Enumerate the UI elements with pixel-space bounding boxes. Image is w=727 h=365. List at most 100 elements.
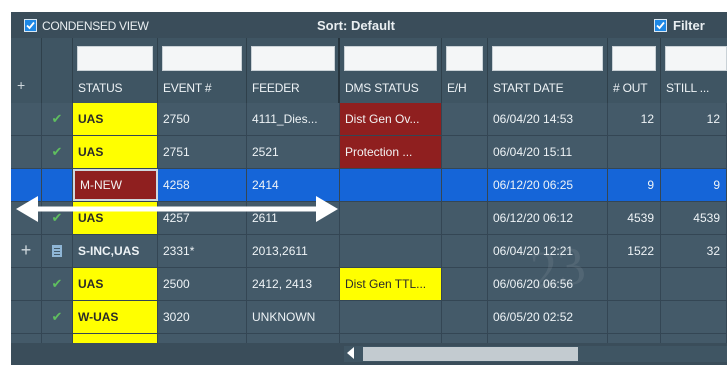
start-date-filter-input[interactable] [492,46,603,71]
cell-icon: ✔ [42,301,73,333]
cell-still[interactable]: 12 [661,103,727,135]
sort-indicator[interactable]: Sort: Default [317,18,395,33]
cell-out[interactable]: 12 [608,103,661,135]
cell-event[interactable]: 2751 [158,136,247,168]
cell-eh[interactable] [442,103,488,135]
plus-icon[interactable]: + [17,77,25,93]
column-label-start-date: START DATE [493,81,564,95]
cell-status[interactable]: S-INC,UAS [73,235,158,267]
cell-still[interactable]: 32 [661,235,727,267]
check-icon: ✔ [51,144,63,159]
expand-column-header[interactable]: + [11,38,42,103]
cell-expand[interactable] [11,103,42,135]
cell-expand[interactable] [11,136,42,168]
condensed-view-label[interactable]: CONDENSED VIEW [42,19,149,33]
check-icon: ✔ [51,276,63,291]
filter-checkbox[interactable] [654,19,667,32]
table-row[interactable]: ✔ W-UAS 3020 UNKNOWN 06/05/20 02:52 [11,301,727,334]
cell-eh[interactable] [442,301,488,333]
column-header-still[interactable]: STILL ... [661,38,727,103]
cell-out[interactable] [608,301,661,333]
cell-out[interactable] [608,268,661,300]
cell-expand[interactable] [11,301,42,333]
cell-start-date[interactable]: 06/04/20 15:11 [488,136,608,168]
expand-plus-icon[interactable]: + [21,240,32,260]
cell-event[interactable]: 3020 [158,301,247,333]
scrollbar-thumb[interactable] [363,347,578,361]
cell-feeder[interactable]: 2521 [247,136,340,168]
cell-icon[interactable] [42,235,73,267]
column-label-eh: E/H [447,81,467,95]
horizontal-scrollbar[interactable] [11,343,727,365]
cell-status[interactable]: UAS [73,136,158,168]
table-row[interactable]: ✔ UAS 2500 2412, 2413 Dist Gen TTL... 06/06/2… [11,268,727,301]
cell-eh[interactable] [442,169,488,201]
feeder-filter-input[interactable] [251,46,335,71]
still-filter-input[interactable] [665,46,727,71]
scroll-left-arrow-icon[interactable] [347,347,354,359]
double-arrow-icon [16,196,338,222]
cell-event[interactable]: 2331* [158,235,247,267]
dms-status-filter-input[interactable] [344,46,437,71]
cell-dms-status[interactable]: Dist Gen Ov... [340,103,442,135]
column-header-feeder[interactable]: FEEDER [247,38,340,103]
cell-dms-status[interactable] [340,169,442,201]
column-header-dms-status[interactable]: DMS STATUS [340,38,442,103]
cell-still[interactable]: 9 [661,169,727,201]
cell-start-date[interactable]: 06/05/20 02:52 [488,301,608,333]
column-header-event[interactable]: EVENT # [158,38,247,103]
cell-event[interactable]: 2500 [158,268,247,300]
event-filter-input[interactable] [162,46,242,71]
table-row[interactable]: ✔ UAS 2750 4111_Dies... Dist Gen Ov... 06/04/… [11,103,727,136]
cell-status[interactable]: W-UAS [73,301,158,333]
column-header-eh[interactable]: E/H [442,38,488,103]
cell-status[interactable]: UAS [73,268,158,300]
out-filter-input[interactable] [612,46,656,71]
cell-dms-status[interactable]: Dist Gen TTL... [340,268,442,300]
status-filter-input[interactable] [77,46,153,71]
check-icon: ✔ [51,309,63,324]
column-label-feeder: FEEDER [252,81,300,95]
cell-eh[interactable] [442,235,488,267]
cell-feeder[interactable]: 2013,2611 [247,235,340,267]
cell-eh[interactable] [442,268,488,300]
column-label-still: STILL ... [666,81,710,95]
cell-start-date[interactable]: 06/04/20 14:53 [488,103,608,135]
icon-column-header [42,38,73,103]
eh-filter-input[interactable] [446,46,483,71]
cell-start-date[interactable]: 06/12/20 06:25 [488,169,608,201]
cell-feeder[interactable]: 2412, 2413 [247,268,340,300]
cell-expand[interactable] [11,268,42,300]
cell-eh[interactable] [442,202,488,234]
column-header-start-date[interactable]: START DATE [488,38,608,103]
cell-feeder[interactable]: 4111_Dies... [247,103,340,135]
cell-event[interactable]: 2750 [158,103,247,135]
cell-dms-status[interactable] [340,301,442,333]
cell-still[interactable] [661,268,727,300]
checkmark-icon [26,21,35,30]
cell-dms-status[interactable] [340,235,442,267]
cell-start-date[interactable]: 06/12/20 06:12 [488,202,608,234]
cell-out[interactable] [608,136,661,168]
cell-still[interactable] [661,301,727,333]
cell-dms-status[interactable]: Protection ... [340,136,442,168]
filter-label[interactable]: Filter [673,18,705,33]
column-header-status[interactable]: STATUS [73,38,158,103]
column-header-out[interactable]: # OUT [608,38,661,103]
column-label-event: EVENT # [163,81,212,95]
cell-out[interactable]: 1522 [608,235,661,267]
cell-out[interactable]: 4539 [608,202,661,234]
cell-still[interactable] [661,136,727,168]
cell-feeder[interactable]: UNKNOWN [247,301,340,333]
cell-expand[interactable]: + [11,235,42,267]
column-label-status: STATUS [78,81,123,95]
condensed-view-checkbox[interactable] [24,19,37,32]
cell-dms-status[interactable] [340,202,442,234]
cell-out[interactable]: 9 [608,169,661,201]
cell-eh[interactable] [442,136,488,168]
background-watermark: 23 [527,234,589,302]
table-row[interactable]: + S-INC,UAS 2331* 2013,2611 06/04/20 12:21 15… [11,235,727,268]
table-row[interactable]: ✔ UAS 2751 2521 Protection ... 06/04/20 15:11 [11,136,727,169]
cell-status[interactable]: UAS [73,103,158,135]
cell-still[interactable]: 4539 [661,202,727,234]
